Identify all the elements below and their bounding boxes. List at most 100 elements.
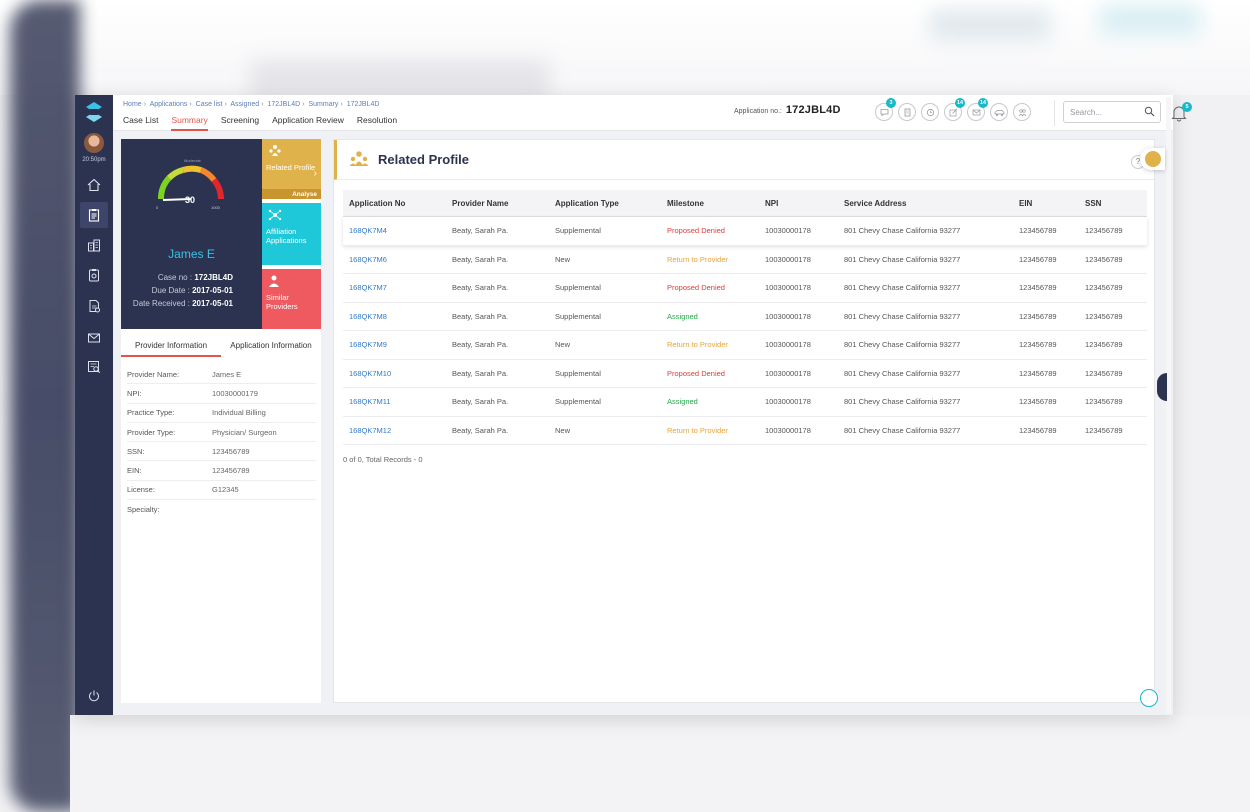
cell-app[interactable]: 168QK7M8 — [343, 312, 446, 321]
tab-screening[interactable]: Screening — [221, 115, 259, 131]
column-header[interactable]: NPI — [759, 199, 838, 208]
breadcrumb-item[interactable]: Assigned — [230, 101, 259, 108]
table-row[interactable]: 168QK7M7 Beaty, Sarah Pa. Supplemental Prop… — [343, 274, 1147, 303]
info-row: Provider Name: James E — [127, 365, 316, 385]
home-icon[interactable] — [84, 175, 104, 195]
background-blur — [250, 60, 550, 100]
gauge-label-moderate: Moderate — [184, 158, 202, 163]
tab-summary[interactable]: Summary — [171, 115, 208, 131]
application-number-value: 172JBL4D — [785, 104, 841, 116]
logo-icon[interactable] — [84, 101, 104, 123]
cell-npi: 10030000178 — [765, 254, 811, 264]
chat-bubble-icon[interactable] — [1140, 689, 1158, 707]
column-header[interactable]: Service Address — [838, 199, 1013, 208]
table-row[interactable]: 168QK7M11 Beaty, Sarah Pa. Supplemental Ass… — [343, 388, 1147, 417]
info-row: EIN: 123456789 — [127, 461, 316, 481]
drawer-handle[interactable] — [1157, 373, 1167, 401]
buildings-icon[interactable] — [84, 235, 104, 255]
search-icon[interactable] — [1144, 106, 1155, 119]
cell-app[interactable]: 168QK7M7 — [343, 283, 446, 292]
divider — [1054, 100, 1055, 126]
mail-icon[interactable]: 14 — [967, 98, 988, 121]
power-icon[interactable] — [84, 686, 104, 706]
column-header[interactable]: Application No — [343, 199, 446, 208]
info-value: 10030000179 — [212, 388, 258, 398]
affiliation-applications-label: Affiliation Applications — [266, 227, 307, 245]
column-header[interactable]: EIN — [1013, 199, 1079, 208]
risk-gauge: 0 1000 Moderate 30 — [156, 158, 224, 210]
calculator-icon[interactable] — [898, 103, 916, 121]
report-icon[interactable] — [84, 357, 104, 377]
column-header[interactable]: Application Type — [549, 199, 661, 208]
mail-icon[interactable] — [84, 328, 104, 348]
history-icon[interactable] — [921, 103, 939, 121]
cell-npi: 10030000178 — [765, 283, 811, 293]
vehicle-icon[interactable] — [990, 103, 1008, 121]
table-row[interactable]: 168QK7M6 Beaty, Sarah Pa. New Return to Pro… — [343, 246, 1147, 274]
records-count: 0 of 0, Total Records - 0 — [343, 455, 423, 464]
column-header[interactable]: Provider Name — [446, 199, 549, 208]
document-icon[interactable] — [84, 265, 104, 285]
related-profile-tile[interactable]: Related Profile › Analyse — [262, 139, 321, 199]
cell-ssn: 123456789 — [1085, 340, 1123, 350]
cell-app[interactable]: 168QK7M10 — [343, 369, 446, 378]
cell-ms: Assigned — [667, 397, 698, 407]
avatar[interactable] — [84, 133, 104, 153]
cell-app[interactable]: 168QK7M11 — [343, 397, 446, 406]
info-value: Individual Billing — [212, 408, 266, 418]
cell-app[interactable]: 168QK7M4 — [343, 226, 446, 235]
affiliation-applications-tile[interactable]: Affiliation Applications — [262, 203, 321, 265]
breadcrumb-item[interactable]: Home — [123, 101, 142, 108]
info-row: SSN: 123456789 — [127, 442, 316, 462]
scrollbar[interactable] — [1166, 97, 1171, 713]
table-row[interactable]: 168QK7M10 Beaty, Sarah Pa. Supplemental Pro… — [343, 360, 1147, 388]
analyse-button[interactable]: Analyse — [262, 189, 321, 199]
tab-application-review[interactable]: Application Review — [272, 115, 344, 131]
cell-npi: 10030000178 — [765, 397, 811, 407]
cell-addr: 801 Chevy Chase California 93277 — [844, 340, 961, 350]
similar-providers-label: Similar Providers — [266, 293, 298, 311]
table-row[interactable]: 168QK7M12 Beaty, Sarah Pa. New Return to Pr… — [343, 417, 1147, 445]
cell-addr: 801 Chevy Chase California 93277 — [844, 368, 961, 378]
profile-card: 0 1000 Moderate 30 James E Case no : 172… — [121, 139, 262, 329]
info-value: James E — [212, 369, 242, 379]
search-input[interactable]: Search... — [1063, 101, 1161, 123]
tab-case-list[interactable]: Case List — [123, 115, 158, 131]
info-key: EIN: — [127, 466, 142, 476]
table-row[interactable]: 168QK7M4 Beaty, Sarah Pa. Supplemental Prop… — [343, 217, 1147, 246]
cell-ein: 123456789 — [1019, 226, 1057, 236]
cell-ms: Proposed Denied — [667, 368, 725, 378]
mail-badge: 14 — [978, 98, 988, 108]
breadcrumb-item[interactable]: 172JBL4D — [267, 101, 300, 108]
file-check-icon[interactable] — [84, 296, 104, 316]
background-top — [0, 0, 1250, 100]
breadcrumb-item[interactable]: Summary — [308, 101, 338, 108]
breadcrumb-item[interactable]: Applications — [150, 101, 188, 108]
related-profile-label: Related Profile — [266, 163, 316, 172]
notification-bell-icon[interactable]: 5 — [1170, 100, 1192, 122]
cell-prov: Beaty, Sarah Pa. — [452, 425, 509, 435]
breadcrumb-item[interactable]: Case list — [196, 101, 223, 108]
people-icon[interactable] — [1013, 103, 1031, 121]
toolbar: 3 14 14 — [875, 98, 1031, 121]
cell-ssn: 123456789 — [1085, 226, 1123, 236]
profile-tiles: Related Profile › Analyse Affiliation Ap… — [262, 139, 321, 329]
table-row[interactable]: 168QK7M8 Beaty, Sarah Pa. Supplemental Assi… — [343, 303, 1147, 331]
cell-app[interactable]: 168QK7M9 — [343, 340, 446, 349]
column-header[interactable]: Milestone — [661, 199, 759, 208]
cell-app[interactable]: 168QK7M12 — [343, 426, 446, 435]
info-value: 123456789 — [212, 466, 250, 476]
similar-providers-tile[interactable]: Similar Providers — [262, 269, 321, 329]
cell-app[interactable]: 168QK7M6 — [343, 255, 446, 264]
info-row: Practice Type: Individual Billing — [127, 404, 316, 423]
cell-ein: 123456789 — [1019, 254, 1057, 264]
column-header[interactable]: SSN — [1079, 199, 1147, 208]
info-key: Practice Type: — [127, 408, 175, 418]
edit-icon[interactable]: 14 — [944, 98, 965, 121]
tab-resolution[interactable]: Resolution — [357, 115, 397, 131]
quick-panel-tab[interactable] — [1140, 148, 1165, 170]
table-row[interactable]: 168QK7M9 Beaty, Sarah Pa. New Return to Pro… — [343, 331, 1147, 360]
info-row: Provider Type: Physician/ Surgeon — [127, 423, 316, 443]
clipboard-icon[interactable] — [80, 202, 108, 228]
chat-icon[interactable]: 3 — [875, 98, 896, 121]
